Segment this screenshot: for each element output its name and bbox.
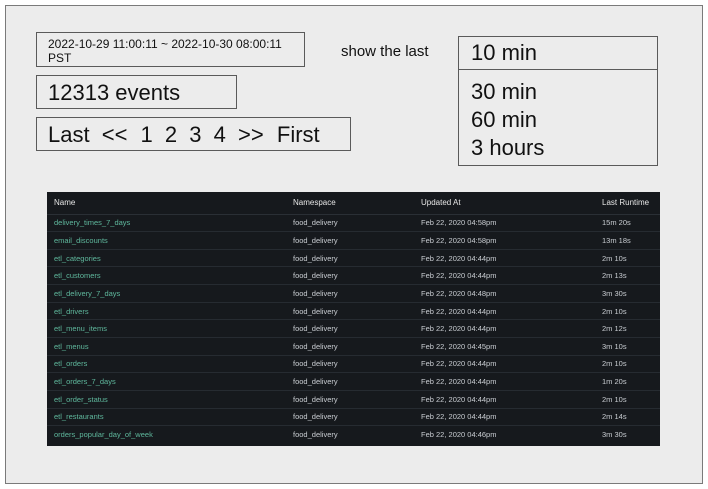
namespace-cell: food_delivery [293, 430, 338, 440]
table-row[interactable]: etl_orders food_delivery Feb 22, 2020 04:4… [47, 355, 660, 374]
namespace-cell: food_delivery [286, 214, 414, 233]
table-row[interactable]: etl_menu_items food_delivery Feb 22, 2020 … [47, 319, 660, 338]
updated-at-cell: Feb 22, 2020 04:44pm [414, 319, 595, 338]
table-row[interactable]: etl_categories food_delivery Feb 22, 2020 … [47, 249, 660, 268]
table-row[interactable]: etl_customers food_delivery Feb 22, 2020 0… [47, 266, 660, 286]
updated-at-cell: Feb 22, 2020 04:44pm [414, 372, 595, 391]
date-range-text: 2022-10-29 11:00:11 ~ 2022-10-30 08:00:1… [48, 37, 282, 51]
updated-at-cell: Feb 22, 2020 04:46pm [421, 430, 497, 440]
last-runtime-cell: 2m 13s [595, 266, 660, 286]
job-name-link[interactable]: etl_drivers [47, 302, 286, 321]
namespace-cell: food_delivery [286, 408, 414, 427]
time-option-3-hours[interactable]: 3 hours [471, 134, 657, 162]
pager-page-1[interactable]: 1 [141, 122, 153, 147]
pager-prev-link[interactable]: << [102, 122, 128, 147]
column-header-namespace[interactable]: Namespace [286, 192, 414, 215]
time-option-30-min[interactable]: 30 min [471, 78, 657, 106]
job-name-link[interactable]: etl_order_status [47, 390, 286, 409]
pager-last-link[interactable]: Last [48, 122, 90, 147]
updated-at-cell: Feb 22, 2020 04:58pm [414, 214, 595, 233]
pager-page-4[interactable]: 4 [214, 122, 226, 147]
namespace-cell: food_delivery [286, 284, 414, 303]
updated-at-cell: Feb 22, 2020 04:44pm [414, 302, 595, 321]
job-name-link[interactable]: etl_customers [47, 266, 286, 286]
table-row[interactable]: etl_menus food_delivery Feb 22, 2020 04:45… [47, 337, 660, 356]
updated-at-cell: Feb 22, 2020 04:44pm [414, 249, 595, 268]
last-runtime-cell: 2m 10s [595, 302, 660, 321]
namespace-cell: food_delivery [286, 355, 414, 374]
updated-at-cell: Feb 22, 2020 04:44pm [414, 355, 595, 374]
pager-first-link[interactable]: First [277, 122, 320, 147]
time-range-selected[interactable]: 10 min [459, 37, 657, 70]
time-range-options: 30 min 60 min 3 hours [459, 70, 657, 162]
namespace-cell: food_delivery [286, 266, 414, 286]
pager-page-2[interactable]: 2 [165, 122, 177, 147]
time-range-dropdown[interactable]: 10 min 30 min 60 min 3 hours [458, 36, 658, 166]
column-header-last-runtime[interactable]: Last Runtime [595, 192, 660, 215]
table-row[interactable]: etl_restaurants food_delivery Feb 22, 2020… [47, 408, 660, 427]
updated-at-cell: Feb 22, 2020 04:44pm [414, 390, 595, 409]
table-row[interactable]: delivery_times_7_days food_delivery Feb 22… [47, 214, 660, 233]
namespace-cell: food_delivery [286, 249, 414, 268]
namespace-cell: food_delivery [286, 302, 414, 321]
last-runtime-cell: 2m 14s [595, 408, 660, 427]
show-last-label: show the last [341, 43, 429, 60]
column-header-name[interactable]: Name [47, 192, 286, 215]
table-body: delivery_times_7_days food_delivery Feb 22… [47, 214, 660, 443]
events-count: 12313 events [36, 75, 237, 109]
pagination: Last << 1 2 3 4 >> First [36, 117, 351, 151]
job-name-link[interactable]: etl_orders_7_days [47, 372, 286, 391]
last-runtime-cell: 2m 10s [595, 249, 660, 268]
last-runtime-cell: 2m 10s [595, 390, 660, 409]
job-name-link[interactable]: etl_categories [47, 249, 286, 268]
job-name-link[interactable]: delivery_times_7_days [47, 214, 286, 233]
job-name-link[interactable]: orders_popular_day_of_week [47, 426, 286, 444]
namespace-cell: food_delivery [286, 390, 414, 409]
last-runtime-cell: 3m 10s [595, 337, 660, 356]
job-name-link[interactable]: etl_delivery_7_days [47, 284, 286, 303]
updated-at-cell: Feb 22, 2020 04:44pm [414, 408, 595, 427]
table-row[interactable]: etl_orders_7_days food_delivery Feb 22, 20… [47, 372, 660, 391]
updated-at-cell: Feb 22, 2020 04:48pm [414, 284, 595, 303]
timezone-text: PST [48, 51, 72, 65]
last-runtime-cell: 1m 20s [595, 372, 660, 391]
last-runtime-cell: 3m 30s [602, 430, 627, 440]
table-header-row: Name Namespace Updated At Last Runtime [47, 192, 660, 215]
job-name-link[interactable]: etl_menus [47, 337, 286, 356]
last-runtime-cell: 2m 12s [595, 319, 660, 338]
time-option-60-min[interactable]: 60 min [471, 106, 657, 134]
pager-next-link[interactable]: >> [238, 122, 264, 147]
namespace-cell: food_delivery [286, 319, 414, 338]
last-runtime-cell: 13m 18s [595, 231, 660, 250]
namespace-cell: food_delivery [286, 372, 414, 391]
table-row[interactable]: etl_order_status food_delivery Feb 22, 202… [47, 390, 660, 409]
updated-at-cell: Feb 22, 2020 04:45pm [414, 337, 595, 356]
last-runtime-cell: 15m 20s [595, 214, 660, 233]
last-runtime-cell: 2m 10s [595, 355, 660, 374]
table-row[interactable]: etl_delivery_7_days food_delivery Feb 22, … [47, 284, 660, 303]
job-name-link[interactable]: email_discounts [47, 231, 286, 250]
updated-at-cell: Feb 22, 2020 04:44pm [414, 266, 595, 286]
table-row[interactable]: orders_popular_day_of_week food_delivery F… [47, 426, 660, 444]
table-row[interactable]: email_discounts food_delivery Feb 22, 2020… [47, 231, 660, 250]
job-name-link[interactable]: etl_restaurants [47, 408, 286, 427]
last-runtime-cell: 3m 30s [595, 284, 660, 303]
date-range-box[interactable]: 2022-10-29 11:00:11 ~ 2022-10-30 08:00:1… [36, 32, 305, 67]
updated-at-cell: Feb 22, 2020 04:58pm [414, 231, 595, 250]
job-name-link[interactable]: etl_orders [47, 355, 286, 374]
namespace-cell: food_delivery [286, 231, 414, 250]
job-name-link[interactable]: etl_menu_items [47, 319, 286, 338]
column-header-updated-at[interactable]: Updated At [414, 192, 595, 215]
namespace-cell: food_delivery [286, 337, 414, 356]
table-row[interactable]: etl_drivers food_delivery Feb 22, 2020 04:… [47, 302, 660, 321]
pager-page-3[interactable]: 3 [189, 122, 201, 147]
jobs-table: Name Namespace Updated At Last Runtime d… [47, 192, 660, 446]
